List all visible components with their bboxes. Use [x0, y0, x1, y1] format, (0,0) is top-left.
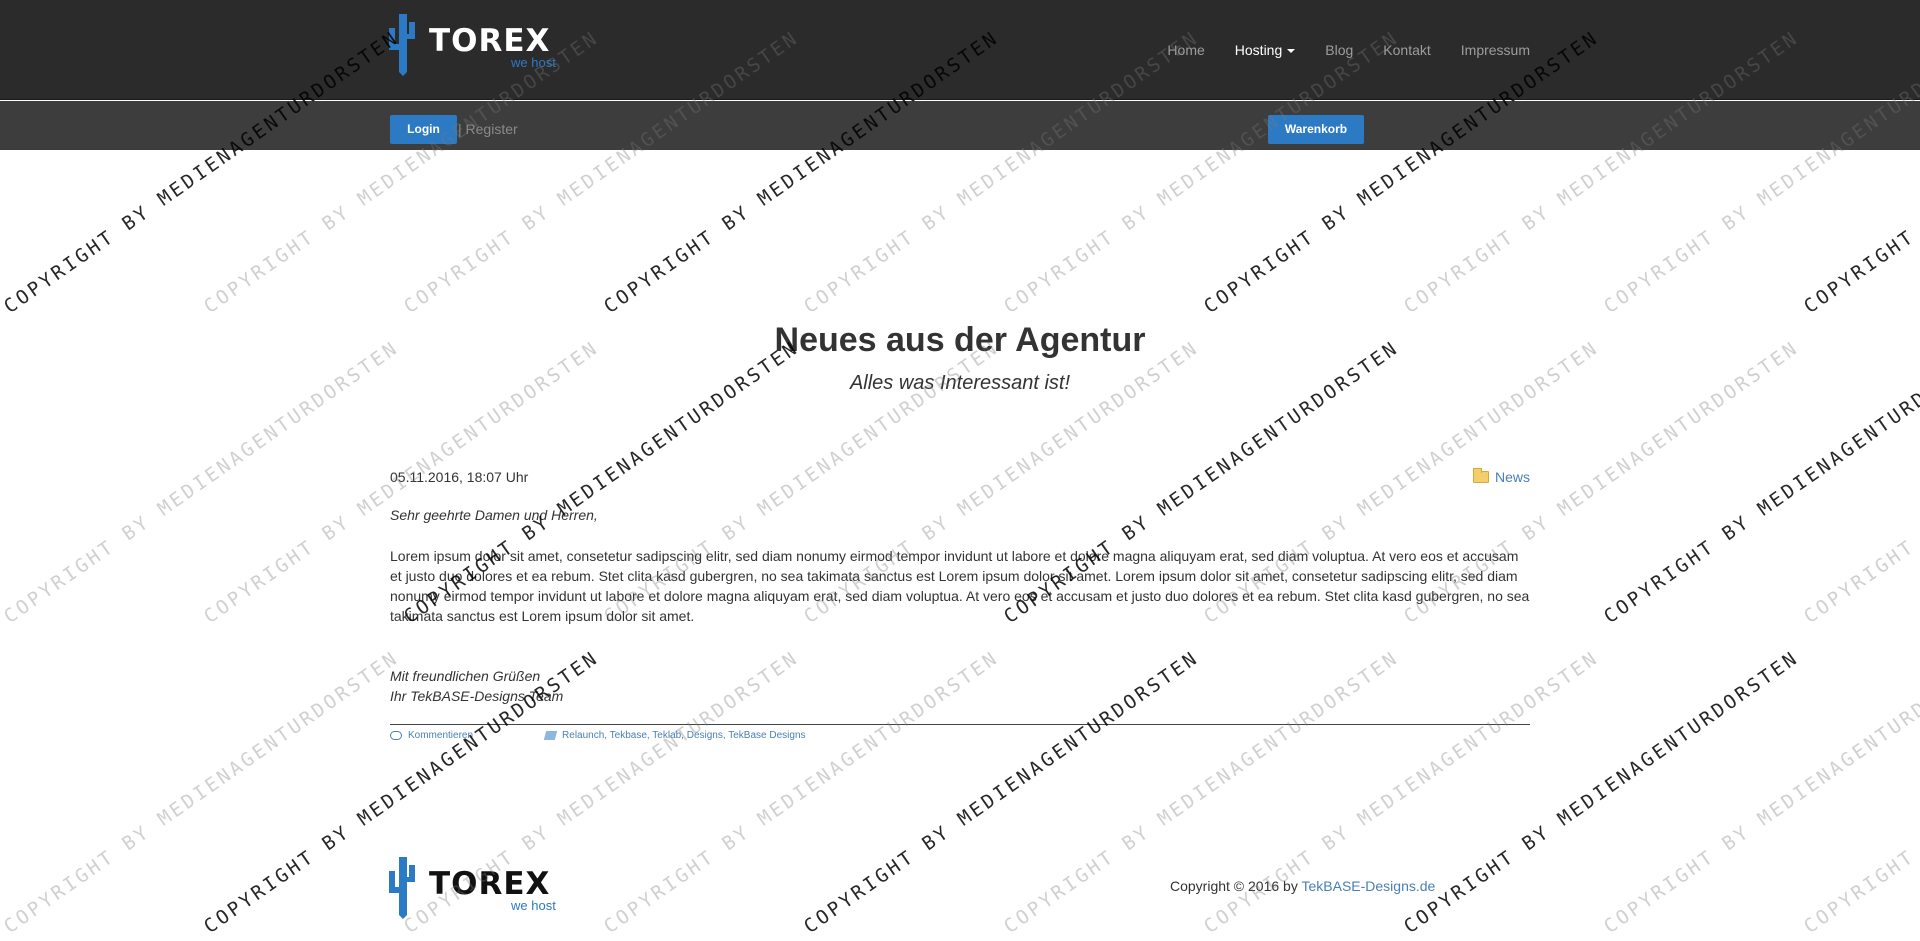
nav-home[interactable]: Home — [1167, 41, 1204, 59]
footer: TOREX we host Copyright © 2016 by TekBAS… — [0, 842, 1920, 941]
brand-logo[interactable]: TOREX we host — [389, 14, 569, 76]
post-body: Lorem ipsum dolor sit amet, consetetur s… — [390, 548, 1530, 624]
nav-hosting-label: Hosting — [1234, 42, 1283, 58]
brand-tagline: we host — [511, 55, 556, 70]
post-category-label: News — [1494, 469, 1530, 485]
comment-icon — [390, 731, 402, 740]
main-nav: Home Hosting Blog Kontakt Impressum — [1137, 41, 1530, 59]
footer-brand-tagline: we host — [511, 898, 556, 913]
tag-icon — [543, 731, 558, 740]
post-tags[interactable]: Relaunch, Tekbase, Teklab, Designs, TekB… — [562, 730, 805, 741]
comment-link[interactable]: Kommentieren — [408, 730, 473, 741]
account-bar: Login | Register Warenkorb — [0, 101, 1920, 150]
page-subtitle: Alles was Interessant ist! — [849, 372, 1071, 394]
caret-down-icon — [1287, 49, 1296, 54]
page: TOREX we host Home Hosting Blog Kontakt … — [0, 0, 1920, 941]
login-button[interactable]: Login — [390, 115, 457, 144]
post-meta: Kommentieren Relaunch, Tekbase, Teklab, … — [390, 730, 806, 741]
post-category-link[interactable]: News — [1472, 468, 1530, 485]
register-link[interactable]: | Register — [458, 121, 518, 137]
copyright-text: Copyright © 2016 by — [1170, 878, 1298, 894]
nav-blog[interactable]: Blog — [1325, 41, 1353, 59]
nav-impressum[interactable]: Impressum — [1461, 41, 1530, 59]
post-closing: Mit freundlichen Grüßen Ihr TekBASE-Desi… — [390, 666, 563, 706]
post-greeting: Sehr geehrte Damen und Herren, — [390, 507, 598, 523]
logo-mark-icon — [389, 14, 415, 76]
post-date: 05.11.2016, 18:07 Uhr — [390, 469, 529, 485]
brand-name: TOREX — [429, 23, 551, 59]
copyright-link[interactable]: TekBASE-Designs.de — [1301, 878, 1435, 894]
logo-mark-icon — [389, 857, 415, 919]
footer-logo[interactable]: TOREX we host — [389, 857, 569, 919]
closing-line-1: Mit freundlichen Grüßen — [390, 668, 541, 684]
folder-icon — [1472, 468, 1489, 483]
nav-kontakt[interactable]: Kontakt — [1383, 41, 1430, 59]
page-title: Neues aus der Agentur — [774, 321, 1146, 359]
closing-line-2: Ihr TekBASE-Designs Team — [390, 688, 564, 704]
nav-hosting[interactable]: Hosting — [1234, 41, 1296, 59]
copyright-notice: Copyright © 2016 by TekBASE-Designs.de — [1170, 878, 1435, 894]
cart-button[interactable]: Warenkorb — [1268, 115, 1364, 144]
footer-brand-name: TOREX — [429, 866, 551, 902]
top-navbar: TOREX we host Home Hosting Blog Kontakt … — [0, 0, 1920, 100]
divider — [390, 724, 1530, 725]
